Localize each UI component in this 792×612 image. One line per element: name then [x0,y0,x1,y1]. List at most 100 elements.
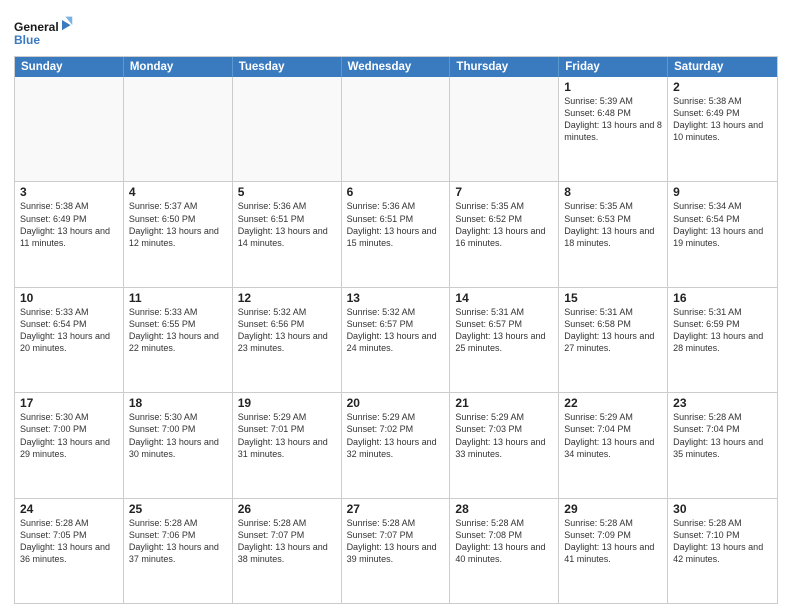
day-number: 16 [673,291,772,305]
day-cell-27: 27Sunrise: 5:28 AM Sunset: 7:07 PM Dayli… [342,499,451,603]
day-cell-18: 18Sunrise: 5:30 AM Sunset: 7:00 PM Dayli… [124,393,233,497]
day-details: Sunrise: 5:31 AM Sunset: 6:58 PM Dayligh… [564,306,662,355]
day-number: 27 [347,502,445,516]
empty-cell [15,77,124,181]
day-number: 22 [564,396,662,410]
svg-text:Blue: Blue [14,33,40,47]
day-cell-30: 30Sunrise: 5:28 AM Sunset: 7:10 PM Dayli… [668,499,777,603]
day-number: 14 [455,291,553,305]
page: General Blue SundayMondayTuesdayWednesda… [0,0,792,612]
empty-cell [124,77,233,181]
empty-cell [233,77,342,181]
svg-text:General: General [14,20,59,34]
day-details: Sunrise: 5:33 AM Sunset: 6:54 PM Dayligh… [20,306,118,355]
day-cell-10: 10Sunrise: 5:33 AM Sunset: 6:54 PM Dayli… [15,288,124,392]
day-details: Sunrise: 5:30 AM Sunset: 7:00 PM Dayligh… [129,411,227,460]
day-cell-5: 5Sunrise: 5:36 AM Sunset: 6:51 PM Daylig… [233,182,342,286]
day-number: 4 [129,185,227,199]
day-details: Sunrise: 5:28 AM Sunset: 7:10 PM Dayligh… [673,517,772,566]
week-row-4: 17Sunrise: 5:30 AM Sunset: 7:00 PM Dayli… [15,392,777,497]
day-number: 1 [564,80,662,94]
day-cell-9: 9Sunrise: 5:34 AM Sunset: 6:54 PM Daylig… [668,182,777,286]
day-details: Sunrise: 5:29 AM Sunset: 7:02 PM Dayligh… [347,411,445,460]
day-details: Sunrise: 5:28 AM Sunset: 7:07 PM Dayligh… [238,517,336,566]
day-details: Sunrise: 5:33 AM Sunset: 6:55 PM Dayligh… [129,306,227,355]
day-cell-26: 26Sunrise: 5:28 AM Sunset: 7:07 PM Dayli… [233,499,342,603]
day-details: Sunrise: 5:39 AM Sunset: 6:48 PM Dayligh… [564,95,662,144]
day-number: 24 [20,502,118,516]
day-cell-28: 28Sunrise: 5:28 AM Sunset: 7:08 PM Dayli… [450,499,559,603]
day-cell-22: 22Sunrise: 5:29 AM Sunset: 7:04 PM Dayli… [559,393,668,497]
day-number: 3 [20,185,118,199]
day-cell-15: 15Sunrise: 5:31 AM Sunset: 6:58 PM Dayli… [559,288,668,392]
day-details: Sunrise: 5:31 AM Sunset: 6:59 PM Dayligh… [673,306,772,355]
day-details: Sunrise: 5:28 AM Sunset: 7:06 PM Dayligh… [129,517,227,566]
day-number: 23 [673,396,772,410]
day-details: Sunrise: 5:34 AM Sunset: 6:54 PM Dayligh… [673,200,772,249]
day-details: Sunrise: 5:28 AM Sunset: 7:04 PM Dayligh… [673,411,772,460]
logo-svg: General Blue [14,14,74,50]
day-cell-3: 3Sunrise: 5:38 AM Sunset: 6:49 PM Daylig… [15,182,124,286]
day-header-monday: Monday [124,57,233,77]
day-details: Sunrise: 5:29 AM Sunset: 7:04 PM Dayligh… [564,411,662,460]
day-details: Sunrise: 5:31 AM Sunset: 6:57 PM Dayligh… [455,306,553,355]
day-details: Sunrise: 5:37 AM Sunset: 6:50 PM Dayligh… [129,200,227,249]
week-row-2: 3Sunrise: 5:38 AM Sunset: 6:49 PM Daylig… [15,181,777,286]
header: General Blue [14,10,778,50]
day-details: Sunrise: 5:28 AM Sunset: 7:05 PM Dayligh… [20,517,118,566]
day-details: Sunrise: 5:28 AM Sunset: 7:07 PM Dayligh… [347,517,445,566]
day-header-friday: Friday [559,57,668,77]
day-details: Sunrise: 5:35 AM Sunset: 6:53 PM Dayligh… [564,200,662,249]
week-row-5: 24Sunrise: 5:28 AM Sunset: 7:05 PM Dayli… [15,498,777,603]
day-details: Sunrise: 5:32 AM Sunset: 6:56 PM Dayligh… [238,306,336,355]
day-cell-25: 25Sunrise: 5:28 AM Sunset: 7:06 PM Dayli… [124,499,233,603]
day-cell-2: 2Sunrise: 5:38 AM Sunset: 6:49 PM Daylig… [668,77,777,181]
day-details: Sunrise: 5:38 AM Sunset: 6:49 PM Dayligh… [673,95,772,144]
day-cell-23: 23Sunrise: 5:28 AM Sunset: 7:04 PM Dayli… [668,393,777,497]
day-number: 26 [238,502,336,516]
day-header-wednesday: Wednesday [342,57,451,77]
day-details: Sunrise: 5:36 AM Sunset: 6:51 PM Dayligh… [347,200,445,249]
day-number: 19 [238,396,336,410]
day-number: 8 [564,185,662,199]
day-number: 29 [564,502,662,516]
day-number: 17 [20,396,118,410]
day-cell-17: 17Sunrise: 5:30 AM Sunset: 7:00 PM Dayli… [15,393,124,497]
day-cell-16: 16Sunrise: 5:31 AM Sunset: 6:59 PM Dayli… [668,288,777,392]
day-number: 30 [673,502,772,516]
day-details: Sunrise: 5:32 AM Sunset: 6:57 PM Dayligh… [347,306,445,355]
week-row-3: 10Sunrise: 5:33 AM Sunset: 6:54 PM Dayli… [15,287,777,392]
calendar-header: SundayMondayTuesdayWednesdayThursdayFrid… [15,57,777,77]
day-number: 11 [129,291,227,305]
day-number: 25 [129,502,227,516]
day-cell-14: 14Sunrise: 5:31 AM Sunset: 6:57 PM Dayli… [450,288,559,392]
day-number: 13 [347,291,445,305]
day-cell-21: 21Sunrise: 5:29 AM Sunset: 7:03 PM Dayli… [450,393,559,497]
day-number: 9 [673,185,772,199]
day-details: Sunrise: 5:29 AM Sunset: 7:01 PM Dayligh… [238,411,336,460]
day-number: 2 [673,80,772,94]
calendar-body: 1Sunrise: 5:39 AM Sunset: 6:48 PM Daylig… [15,77,777,603]
day-details: Sunrise: 5:36 AM Sunset: 6:51 PM Dayligh… [238,200,336,249]
day-header-sunday: Sunday [15,57,124,77]
day-number: 7 [455,185,553,199]
day-cell-7: 7Sunrise: 5:35 AM Sunset: 6:52 PM Daylig… [450,182,559,286]
empty-cell [450,77,559,181]
day-cell-4: 4Sunrise: 5:37 AM Sunset: 6:50 PM Daylig… [124,182,233,286]
day-number: 28 [455,502,553,516]
day-number: 6 [347,185,445,199]
day-number: 12 [238,291,336,305]
day-header-tuesday: Tuesday [233,57,342,77]
day-details: Sunrise: 5:29 AM Sunset: 7:03 PM Dayligh… [455,411,553,460]
day-details: Sunrise: 5:28 AM Sunset: 7:09 PM Dayligh… [564,517,662,566]
logo: General Blue [14,14,74,50]
day-cell-13: 13Sunrise: 5:32 AM Sunset: 6:57 PM Dayli… [342,288,451,392]
day-details: Sunrise: 5:28 AM Sunset: 7:08 PM Dayligh… [455,517,553,566]
day-number: 20 [347,396,445,410]
calendar: SundayMondayTuesdayWednesdayThursdayFrid… [14,56,778,604]
day-header-thursday: Thursday [450,57,559,77]
day-details: Sunrise: 5:30 AM Sunset: 7:00 PM Dayligh… [20,411,118,460]
day-cell-24: 24Sunrise: 5:28 AM Sunset: 7:05 PM Dayli… [15,499,124,603]
day-details: Sunrise: 5:38 AM Sunset: 6:49 PM Dayligh… [20,200,118,249]
empty-cell [342,77,451,181]
